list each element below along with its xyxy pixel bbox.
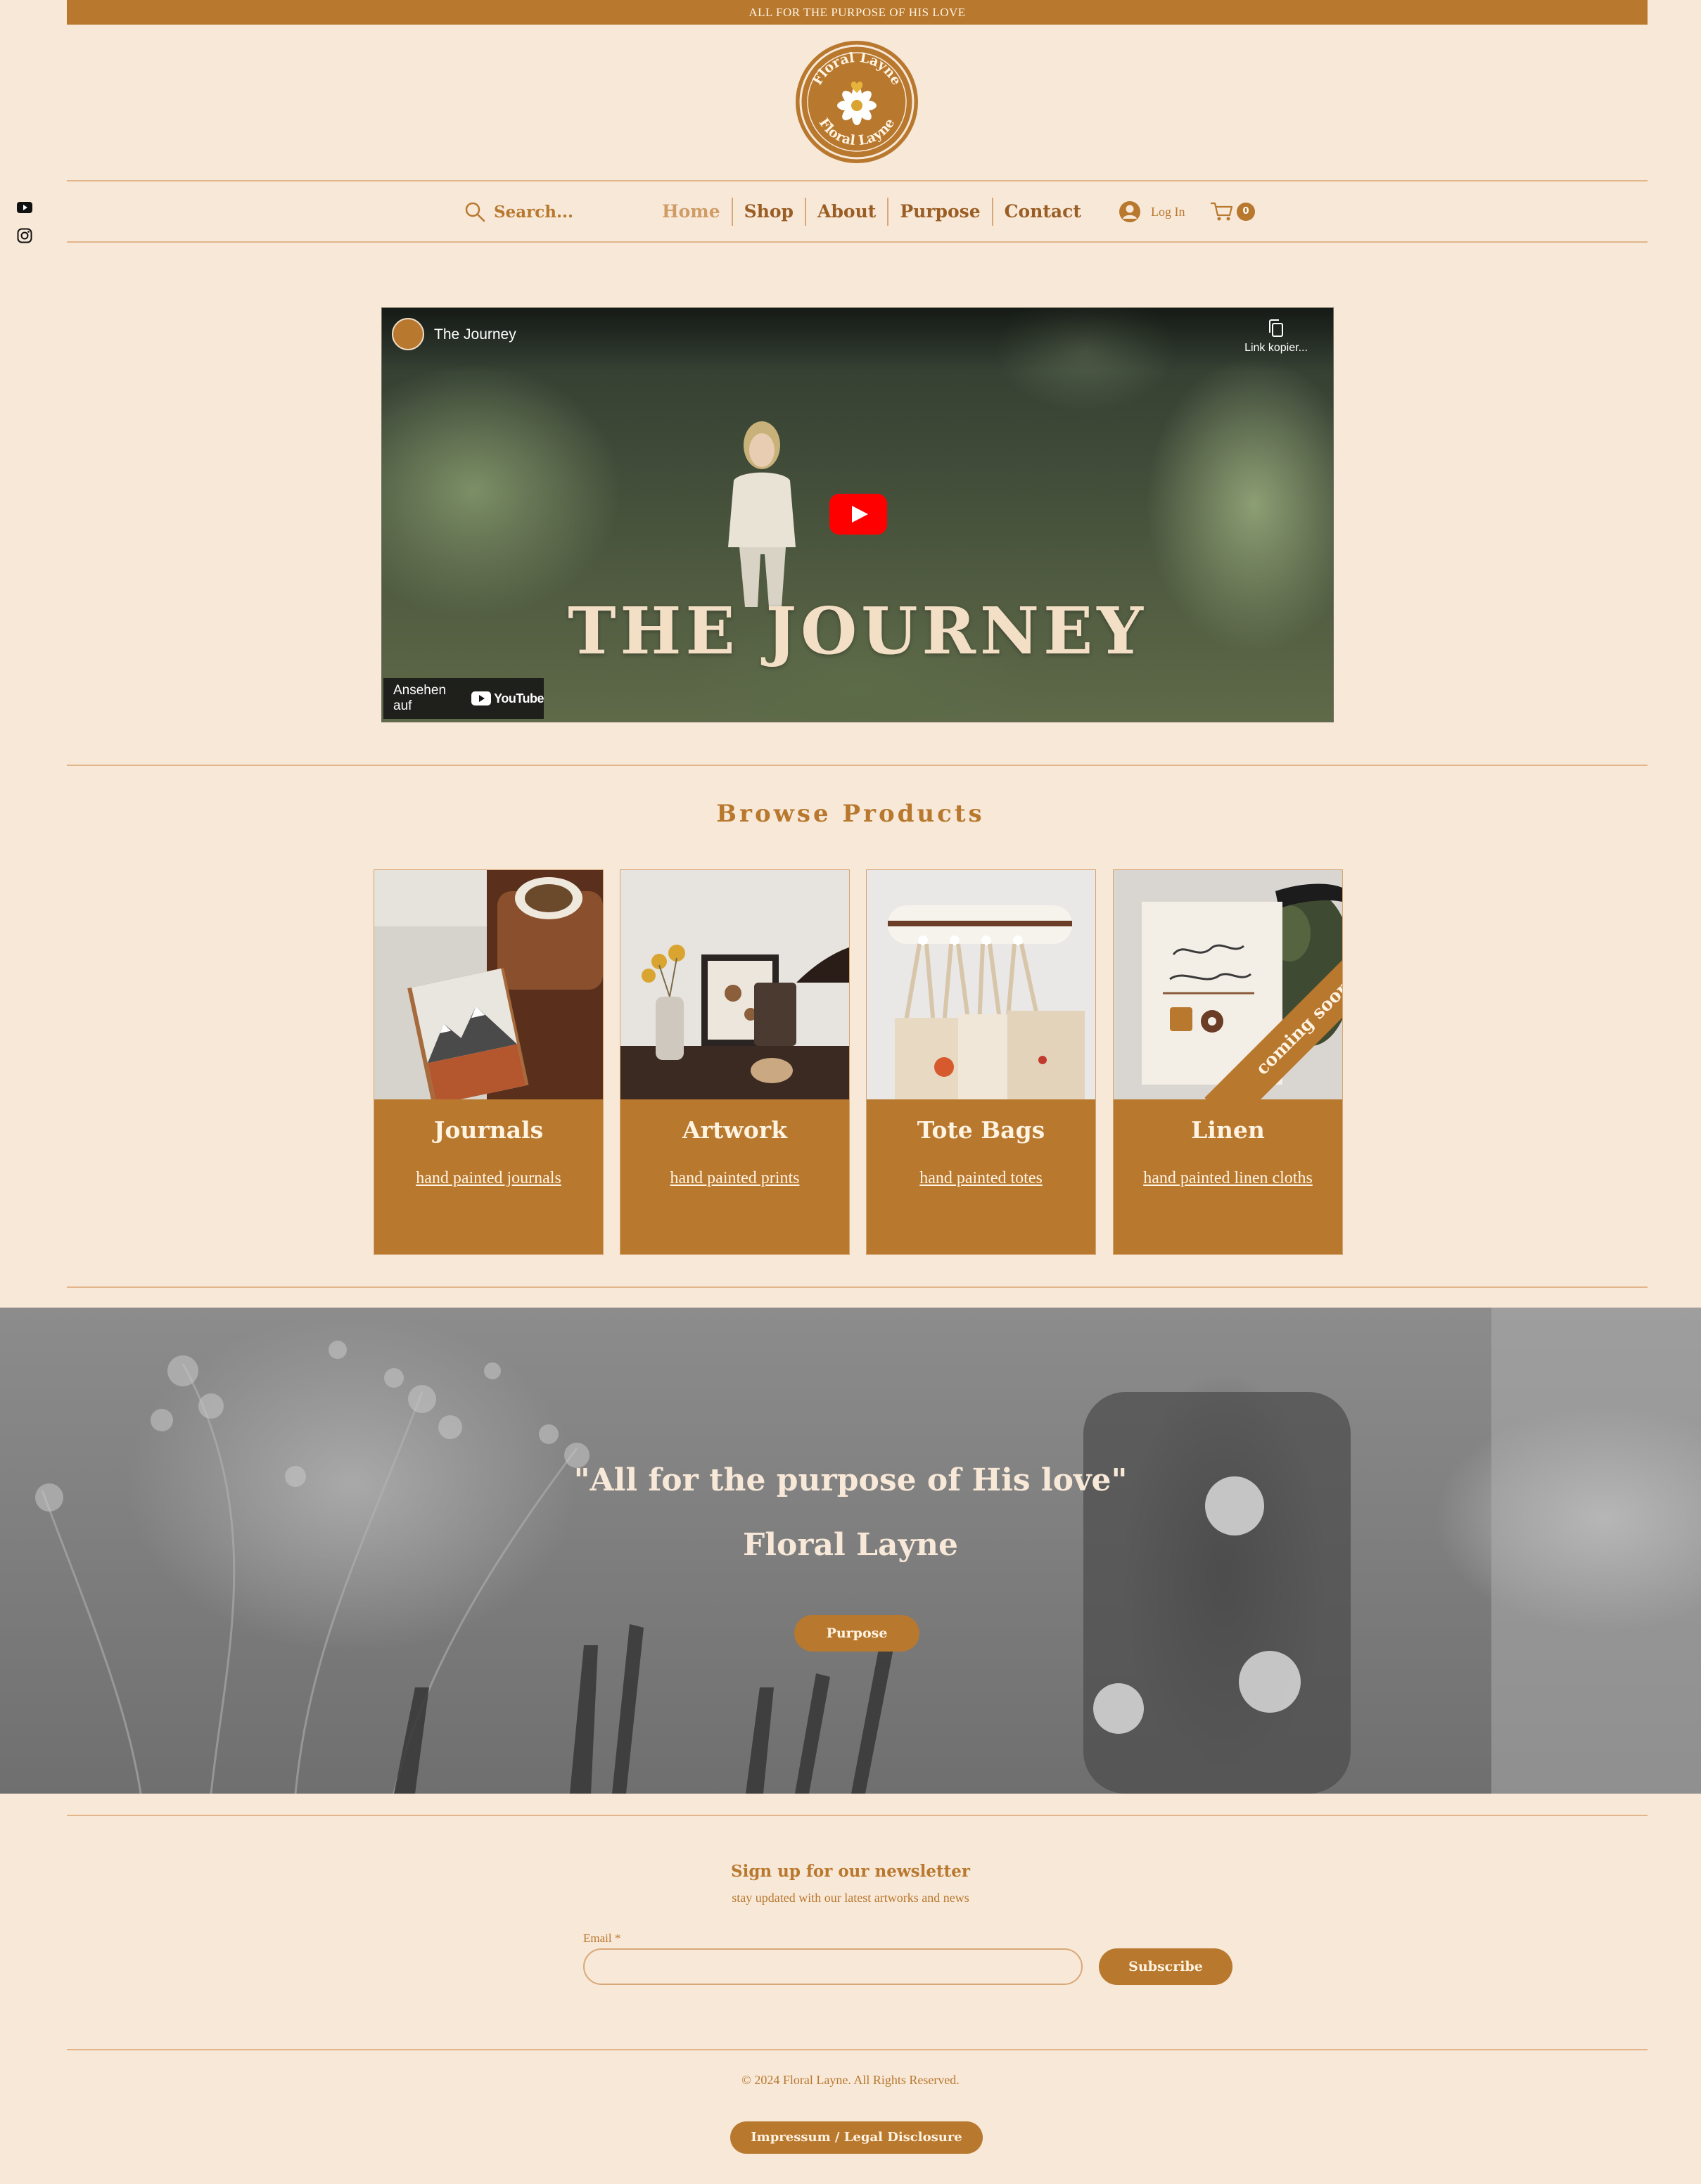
purpose-button[interactable]: Purpose — [794, 1615, 919, 1652]
copy-link-button[interactable]: Link kopier... — [1237, 319, 1315, 355]
product-link-artwork[interactable]: hand painted prints — [635, 1168, 835, 1189]
watch-on-youtube-button[interactable]: Ansehen auf YouTube — [383, 678, 544, 719]
nav-shop[interactable]: Shop — [731, 198, 805, 226]
banner-author: Floral Layne — [742, 1527, 959, 1563]
newsletter-title: Sign up for our newsletter — [731, 1862, 970, 1881]
video-headline: THE JOURNEY — [568, 593, 1147, 669]
watch-on-label: Ansehen auf — [393, 683, 447, 713]
product-name: Linen — [1191, 1116, 1265, 1144]
email-field[interactable] — [583, 1948, 1083, 1985]
product-name: Artwork — [682, 1116, 787, 1144]
browse-products-title: Browse Products — [716, 800, 985, 828]
cart-count-badge: 0 — [1237, 203, 1255, 221]
product-link-linen[interactable]: hand painted linen cloths — [1128, 1168, 1328, 1189]
product-image-tote-bags — [867, 870, 1095, 1099]
product-card-artwork[interactable]: Artwork hand painted prints — [620, 869, 850, 1255]
product-image-linen — [1114, 870, 1342, 1099]
video-title[interactable]: The Journey — [434, 326, 516, 343]
purpose-banner: "All for the purpose of His love" Floral… — [0, 1308, 1701, 1794]
subscribe-button[interactable]: Subscribe — [1099, 1948, 1232, 1985]
copy-icon — [1269, 319, 1283, 337]
impressum-button[interactable]: Impressum / Legal Disclosure — [730, 2121, 983, 2154]
video-top-overlay — [382, 308, 1333, 371]
product-card-tote-bags[interactable]: Tote Bags hand painted totes — [866, 869, 1096, 1255]
video-thumbnail-figure — [728, 421, 796, 607]
main-navigation: Search... Home Shop About Purpose Contac… — [0, 181, 1701, 243]
section-divider — [67, 765, 1648, 766]
footer-divider — [67, 2049, 1648, 2050]
product-name: Tote Bags — [917, 1116, 1045, 1144]
cart-button[interactable]: 0 — [1210, 198, 1255, 226]
login-button[interactable]: Log In — [1119, 198, 1185, 226]
section-divider — [67, 1286, 1648, 1288]
nav-about[interactable]: About — [805, 198, 887, 226]
nav-home[interactable]: Home — [651, 198, 732, 226]
product-link-tote-bags[interactable]: hand painted totes — [881, 1168, 1081, 1189]
play-button[interactable] — [829, 494, 887, 535]
site-logo[interactable]: Floral Layne Floral Layne — [796, 41, 918, 163]
user-avatar-icon — [1119, 201, 1140, 222]
announcement-bar: ALL FOR THE PURPOSE OF HIS LOVE — [67, 0, 1648, 25]
product-card-linen[interactable]: coming soon Linen hand painted linen clo… — [1113, 869, 1343, 1255]
product-image-journals — [374, 870, 603, 1099]
product-link-journals[interactable]: hand painted journals — [388, 1168, 589, 1189]
search-bar[interactable]: Search... — [464, 199, 573, 224]
channel-avatar[interactable] — [392, 318, 424, 350]
email-label: Email * — [583, 1931, 621, 1945]
nav-contact[interactable]: Contact — [991, 198, 1092, 226]
banner-quote: "All for the purpose of His love" — [573, 1462, 1128, 1498]
youtube-wordmark: YouTube — [494, 691, 544, 705]
cart-icon — [1211, 202, 1233, 221]
youtube-video-player[interactable]: The Journey Link kopier... THE JOURNEY A… — [381, 307, 1334, 722]
copy-link-label: Link kopier... — [1244, 342, 1308, 354]
login-label: Log In — [1151, 204, 1185, 219]
nav-purpose[interactable]: Purpose — [887, 198, 991, 226]
newsletter-subtitle: stay updated with our latest artworks an… — [732, 1891, 969, 1905]
section-divider — [67, 1815, 1648, 1816]
logo-emblem: Floral Layne Floral Layne — [799, 44, 915, 160]
youtube-play-icon — [471, 691, 492, 705]
youtube-logo: YouTube — [471, 691, 544, 706]
product-card-journals[interactable]: Journals hand painted journals — [374, 869, 604, 1255]
search-input[interactable]: Search... — [494, 203, 573, 222]
search-icon — [465, 202, 485, 222]
product-name: Journals — [433, 1116, 544, 1144]
nav-menu: Home Shop About Purpose Contact — [651, 196, 1092, 227]
copyright-text: © 2024 Floral Layne. All Rights Reserved… — [741, 2073, 960, 2087]
product-image-artwork — [620, 870, 849, 1099]
